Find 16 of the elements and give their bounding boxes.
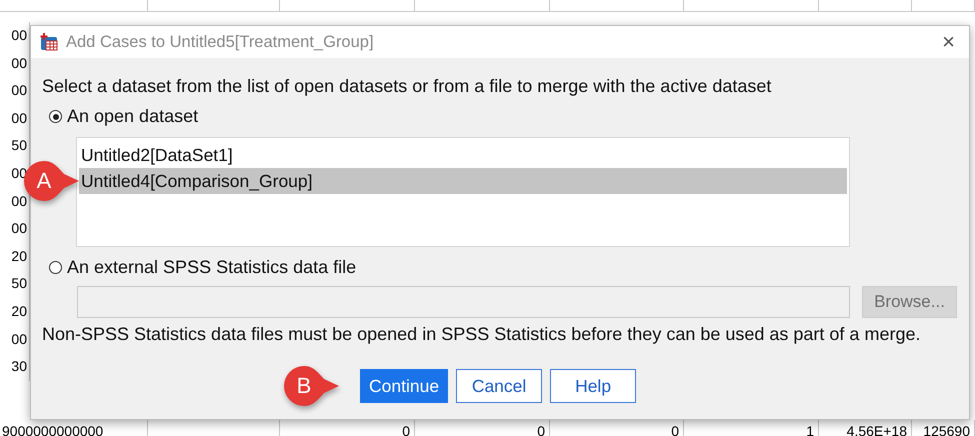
radio-icon[interactable]: [49, 110, 62, 123]
radio-option[interactable]: An open dataset: [49, 106, 969, 127]
close-button[interactable]: ×: [938, 31, 959, 53]
dialog-button[interactable]: Help: [550, 369, 636, 403]
list-item[interactable]: Untitled4[Comparison_Group]: [79, 168, 847, 194]
instruction-text: Select a dataset from the list of open datasets or from a file to merge with the active dataset: [42, 76, 772, 97]
dialog-button[interactable]: Cancel: [456, 369, 542, 403]
radio-option[interactable]: An external SPSS Statistics data file: [49, 257, 969, 278]
file-path-field[interactable]: [77, 286, 850, 318]
radio-icon[interactable]: [49, 261, 62, 274]
window-title: Add Cases to Untitled5[Treatment_Group]: [66, 32, 375, 52]
dialog-button[interactable]: Continue: [360, 369, 448, 403]
note-text: Non-SPSS Statistics data files must be opened in SPSS Statistics before they can be used as part of a merge.: [42, 324, 922, 345]
list-item[interactable]: Untitled2[DataSet1]: [79, 142, 847, 168]
callout-marker: B: [282, 364, 340, 408]
dataset-table-icon: [39, 32, 59, 52]
